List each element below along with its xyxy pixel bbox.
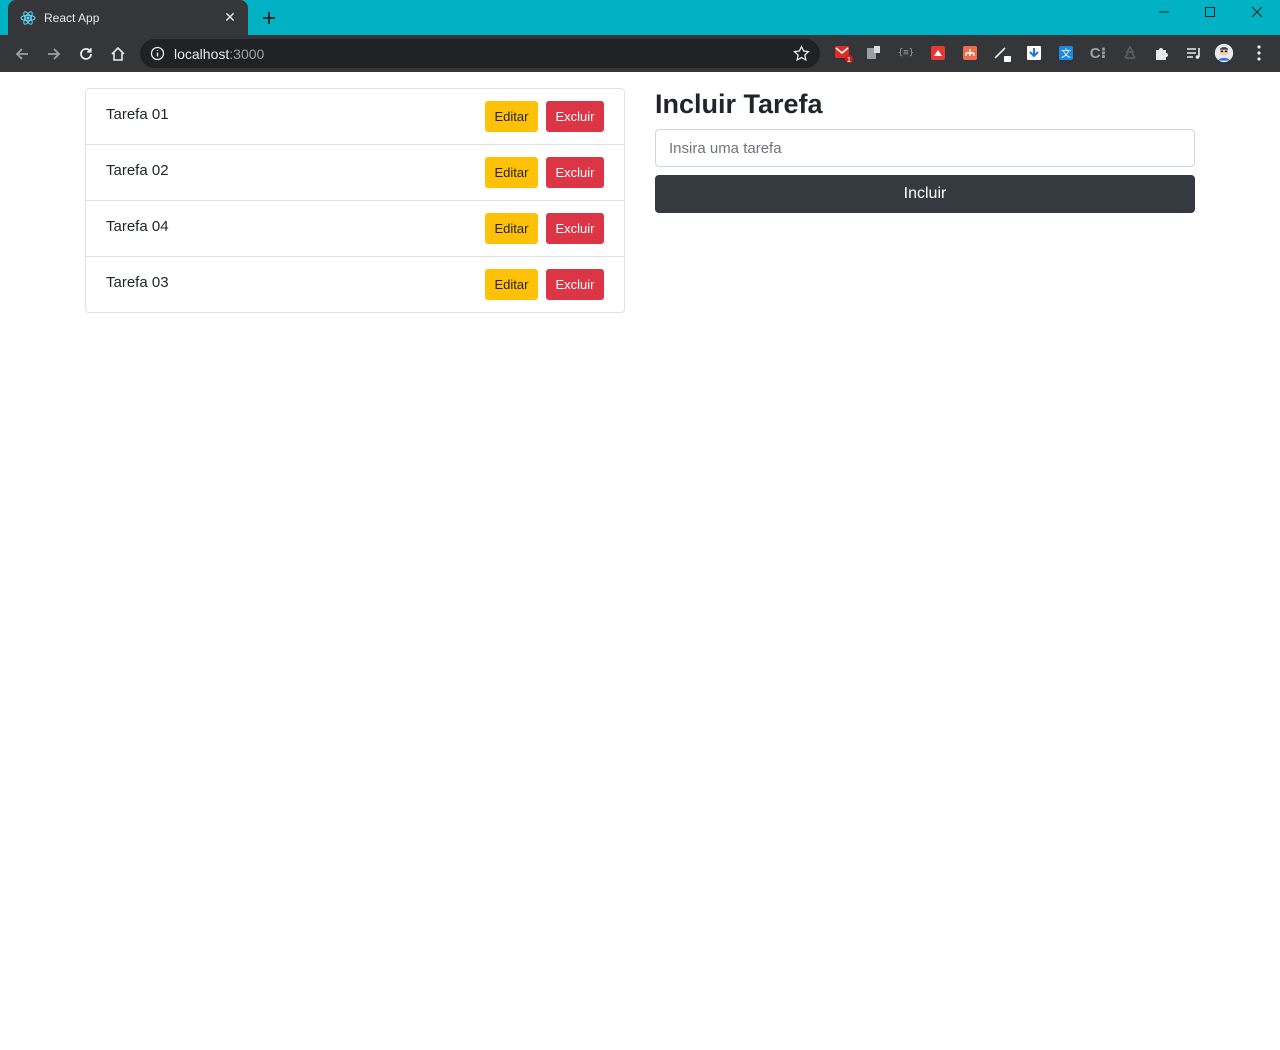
pen-extension-icon[interactable] — [992, 43, 1012, 63]
code-extension-icon[interactable]: {≡} — [896, 43, 916, 63]
url-host: localhost — [174, 46, 230, 62]
task-list-item: Tarefa 04 Editar Excluir — [86, 201, 624, 257]
forward-arrow-icon[interactable] — [42, 42, 66, 66]
browser-tab[interactable]: React App ✕ — [8, 0, 248, 35]
add-task-button[interactable]: Incluir — [655, 175, 1195, 213]
home-icon[interactable] — [106, 42, 130, 66]
task-list-item: Tarefa 02 Editar Excluir — [86, 145, 624, 201]
form-title: Incluir Tarefa — [655, 89, 823, 119]
minimize-icon[interactable] — [1141, 0, 1187, 24]
address-bar[interactable]: localhost:3000 — [140, 39, 820, 68]
info-icon[interactable] — [150, 46, 165, 61]
reload-icon[interactable] — [74, 42, 98, 66]
task-name: Tarefa 03 — [106, 274, 169, 291]
bookmark-star-icon[interactable] — [793, 44, 810, 62]
task-name: Tarefa 01 — [106, 106, 169, 123]
window-close-icon[interactable] — [1234, 0, 1280, 24]
edit-button[interactable]: Editar — [485, 101, 538, 132]
task-name: Tarefa 02 — [106, 162, 169, 179]
task-name: Tarefa 04 — [106, 218, 169, 235]
svg-text:文: 文 — [1061, 47, 1071, 60]
new-tab-icon[interactable] — [258, 7, 280, 29]
menu-kebab-icon[interactable] — [1249, 43, 1269, 63]
url-text: localhost:3000 — [174, 46, 264, 62]
close-tab-icon[interactable]: ✕ — [222, 9, 238, 26]
browser-titlebar: React App ✕ — [0, 0, 1280, 35]
browser-toolbar: localhost:3000 1 {≡} 文 C⁝ — [0, 35, 1280, 72]
notes-extension-icon[interactable] — [864, 43, 884, 63]
profile-avatar[interactable] — [1214, 43, 1234, 63]
edit-button[interactable]: Editar — [485, 269, 538, 300]
delete-button[interactable]: Excluir — [546, 101, 604, 132]
extensions-puzzle-icon[interactable] — [1152, 43, 1172, 63]
puzzle-red-extension-icon[interactable] — [928, 43, 948, 63]
recycle-extension-icon[interactable] — [1120, 43, 1140, 63]
translate-extension-icon[interactable]: 文 — [1056, 43, 1076, 63]
delete-button[interactable]: Excluir — [546, 269, 604, 300]
sitemap-extension-icon[interactable] — [960, 43, 980, 63]
task-input[interactable] — [655, 129, 1195, 167]
c-extension-icon[interactable]: C⁝ — [1088, 43, 1108, 63]
delete-button[interactable]: Excluir — [546, 157, 604, 188]
react-logo-icon — [20, 10, 36, 26]
url-port: :3000 — [229, 46, 265, 62]
tab-title: React App — [44, 10, 100, 25]
maximize-icon[interactable] — [1187, 0, 1233, 24]
notification-badge: 1 — [847, 56, 851, 63]
back-arrow-icon[interactable] — [10, 42, 34, 66]
task-list-item: Tarefa 01 Editar Excluir — [86, 89, 624, 145]
edit-button[interactable]: Editar — [485, 213, 538, 244]
media-queue-icon[interactable] — [1184, 43, 1204, 63]
edit-button[interactable]: Editar — [485, 157, 538, 188]
delete-button[interactable]: Excluir — [546, 213, 604, 244]
download-extension-icon[interactable] — [1024, 43, 1044, 63]
gmail-extension-icon[interactable]: 1 — [833, 43, 853, 63]
task-list: Tarefa 01 Editar Excluir Tarefa 02 Edita… — [85, 88, 625, 313]
task-list-item: Tarefa 03 Editar Excluir — [86, 257, 624, 313]
